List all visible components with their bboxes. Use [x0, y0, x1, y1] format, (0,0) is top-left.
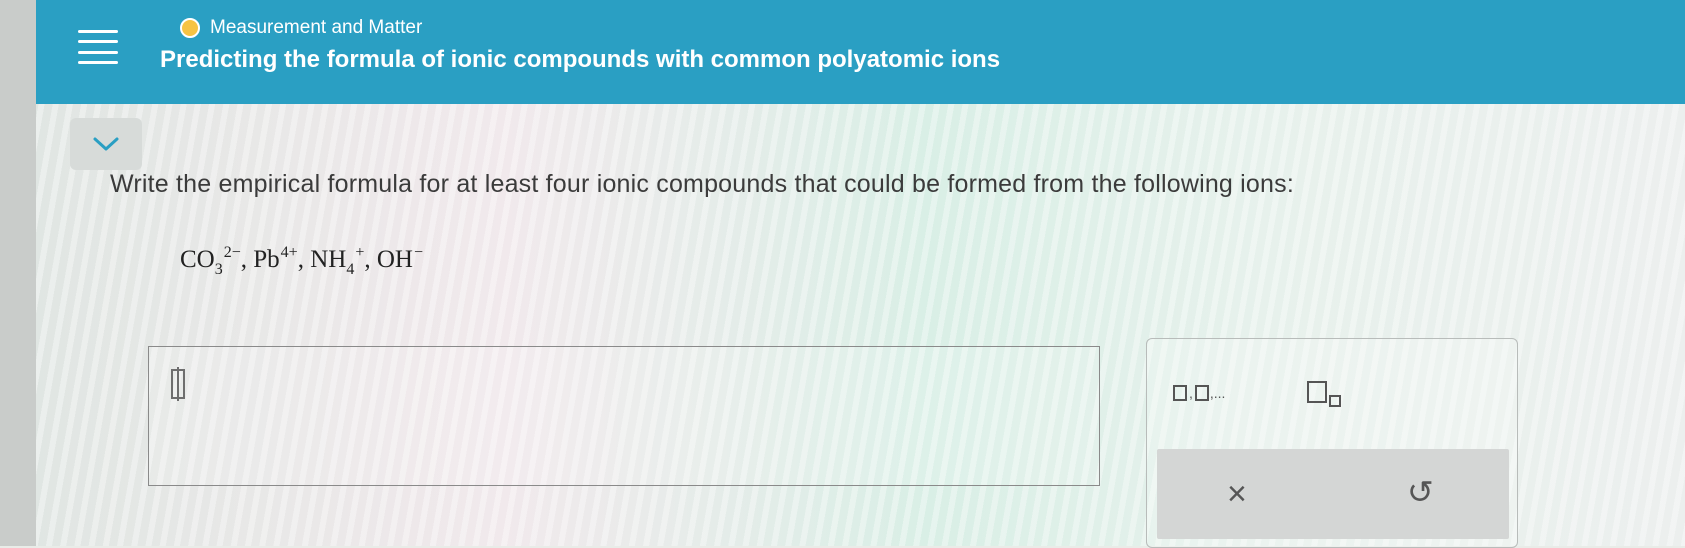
action-bar: × ↺	[1157, 449, 1509, 539]
question-prompt: Write the empirical formula for at least…	[110, 170, 1294, 198]
ion-carbonate: CO32−	[180, 244, 241, 278]
math-tool-panel: , ,... × ↺	[1146, 338, 1518, 548]
undo-icon[interactable]: ↺	[1407, 473, 1434, 511]
cursor-placeholder-icon	[171, 367, 185, 401]
left-edge	[0, 0, 36, 546]
ion-hydroxide: OH−	[376, 244, 423, 273]
ion-ammonium: NH4+	[310, 244, 365, 278]
clear-icon[interactable]: ×	[1227, 475, 1247, 514]
ion-lead: Pb4+	[253, 244, 298, 273]
answer-input[interactable]	[148, 346, 1100, 486]
collapse-toggle-button[interactable]	[70, 118, 142, 170]
ion-list: CO32−, Pb4+, NH4+, OH−	[180, 244, 423, 278]
chevron-down-icon	[93, 137, 119, 151]
subscript-template-button[interactable]	[1307, 381, 1341, 407]
subscript-template-icon	[1307, 381, 1341, 407]
list-template-button[interactable]: , ,...	[1173, 385, 1225, 401]
page-title: Predicting the formula of ionic compound…	[160, 46, 1001, 73]
menu-icon[interactable]	[78, 30, 118, 64]
topic-label: Measurement and Matter	[210, 17, 423, 38]
topic-row: Measurement and Matter	[180, 16, 422, 40]
progress-dot-icon	[180, 18, 200, 38]
list-template-icon: , ,...	[1173, 385, 1225, 401]
